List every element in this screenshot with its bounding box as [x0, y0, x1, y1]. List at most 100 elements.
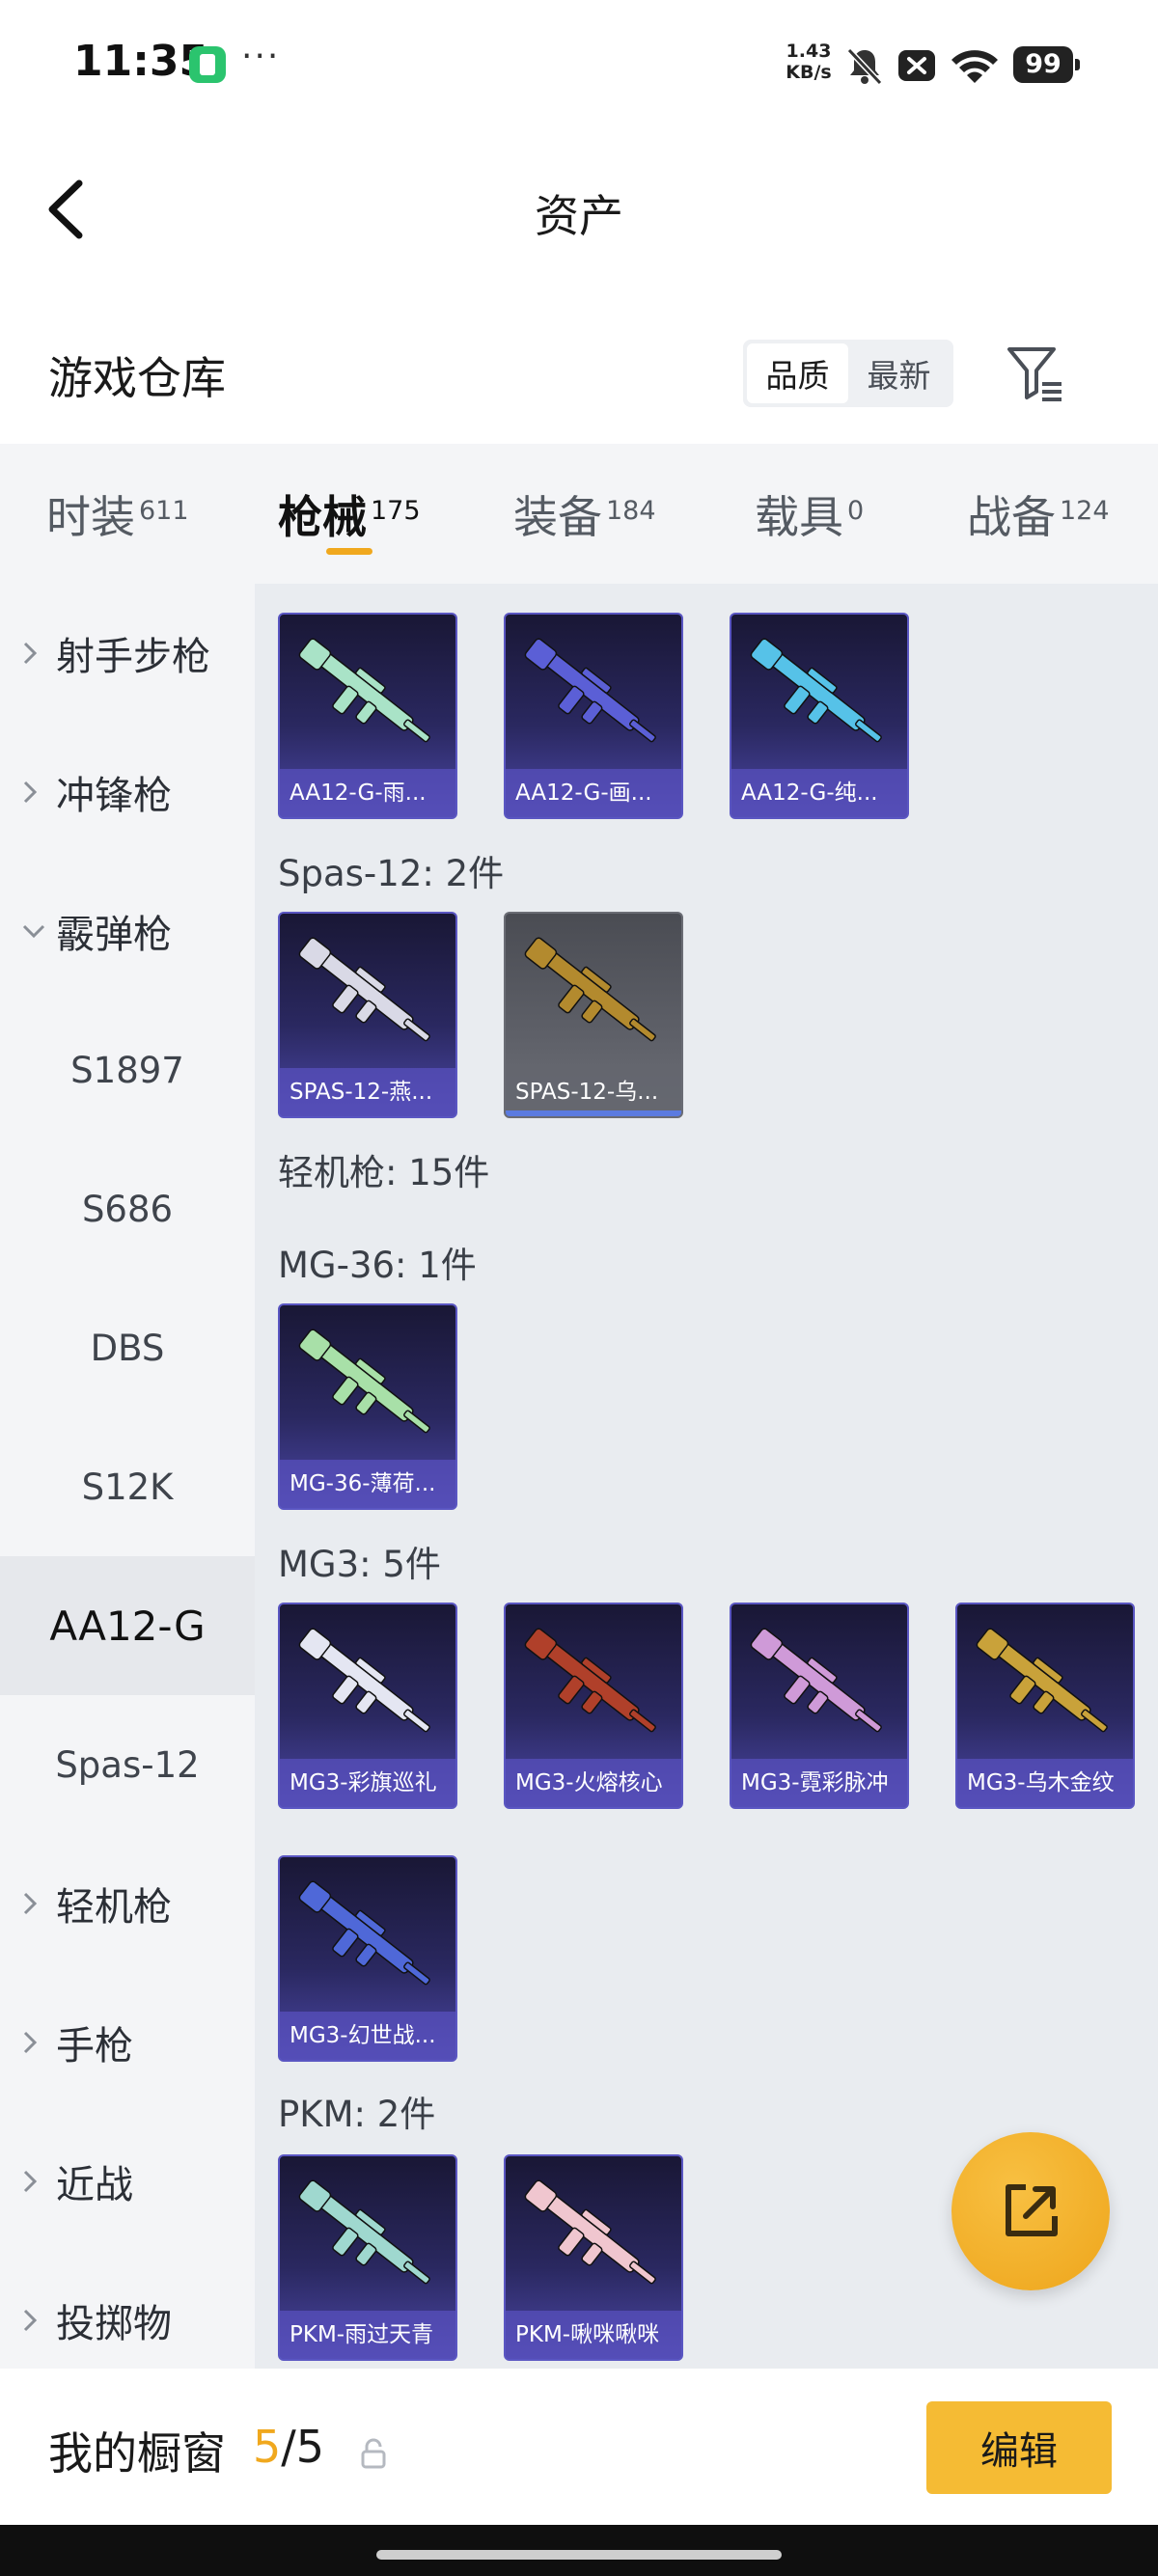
sidebar-item-label: 手枪: [56, 2024, 133, 2069]
share-button[interactable]: [951, 2132, 1110, 2290]
item-card[interactable]: MG3-火熔核心: [504, 1603, 683, 1809]
item-card[interactable]: SPAS-12-乌...: [504, 912, 683, 1118]
tab-label: 载具: [755, 491, 843, 543]
item-card-label: SPAS-12-燕...: [280, 1068, 455, 1116]
item-card-label: PKM-雨过天青: [280, 2311, 455, 2359]
showcase-count: 5/5: [253, 2421, 324, 2473]
gun-part: [855, 1709, 882, 1733]
tab-count: 0: [847, 496, 865, 526]
sidebar-item-melee[interactable]: 近战: [0, 2112, 255, 2251]
item-card-label: MG3-霓彩脉冲: [731, 1759, 907, 1807]
item-card[interactable]: AA12-G-雨...: [278, 613, 457, 819]
warehouse-title: 游戏仓库: [48, 352, 226, 404]
sidebar-item-label: 近战: [56, 2163, 133, 2207]
app-notification-icon: [189, 46, 226, 83]
gun-part: [629, 2261, 656, 2285]
sidebar-item-s1897[interactable]: S1897: [0, 1000, 255, 1139]
chevron-right-icon: [21, 2308, 56, 2333]
sidebar-item-s12k[interactable]: S12K: [0, 1417, 255, 1556]
group-title: Spas-12: 2件: [278, 853, 505, 894]
sidebar-item-smg[interactable]: 冲锋枪: [0, 723, 255, 862]
tab-vehicles[interactable]: 载具 0: [755, 482, 864, 546]
sidebar-item-label: 射手步枪: [56, 635, 210, 679]
item-card[interactable]: MG3-幻世战...: [278, 1855, 457, 2062]
network-speed-unit: KB/s: [786, 62, 832, 83]
item-card-label: MG3-彩旗巡礼: [280, 1759, 455, 1807]
category-tabs: 时装 611 枪械 175 装备 184 载具 0 战备 124: [0, 444, 1158, 584]
tab-firearms[interactable]: 枪械 175: [278, 482, 421, 546]
sidebar-item-s686[interactable]: S686: [0, 1139, 255, 1278]
gun-part: [558, 2227, 585, 2257]
share-external-icon: [1006, 2184, 1058, 2236]
chevron-right-icon: [21, 1891, 56, 1916]
item-card-label: MG3-火熔核心: [506, 1759, 681, 1807]
rifle-icon: [750, 638, 882, 743]
gun-part: [403, 1018, 430, 1042]
sidebar-item-lmg[interactable]: 轻机枪: [0, 1834, 255, 1973]
gun-part: [332, 984, 359, 1014]
sort-toggle: 品质 最新: [743, 340, 953, 407]
item-card-label: MG-36-薄荷...: [280, 1460, 455, 1508]
item-card[interactable]: PKM-啾咪啾咪: [504, 2154, 683, 2361]
sidebar-item-label: 冲锋枪: [56, 774, 172, 818]
showcase-separator: /: [281, 2421, 296, 2473]
tab-count: 175: [371, 496, 421, 526]
rifle-icon: [298, 638, 430, 743]
item-card[interactable]: PKM-雨过天青: [278, 2154, 457, 2361]
home-indicator[interactable]: [376, 2550, 782, 2560]
network-speed: 1.43 KB/s: [784, 41, 834, 83]
machine-gun-icon: [976, 1628, 1108, 1733]
tab-count: 184: [606, 496, 656, 526]
group-title: MG-36: 1件: [278, 1245, 477, 1286]
gun-part: [332, 1376, 359, 1406]
page-title: 资产: [535, 190, 623, 242]
gun-part: [403, 1709, 430, 1733]
showcase-bar: 我的橱窗 5/5 编辑: [0, 2369, 1158, 2525]
active-tab-indicator: [326, 548, 372, 555]
more-notifications-icon: ···: [241, 37, 281, 76]
gun-part: [403, 1961, 430, 1986]
item-grid: AA12-G-雨... AA12-G-画... AA12-G-纯... Spas…: [255, 584, 1158, 2369]
sidebar-item-pistol[interactable]: 手枪: [0, 1973, 255, 2112]
mute-bell-icon: [846, 47, 883, 86]
tab-equipment[interactable]: 装备 184: [513, 482, 656, 546]
machine-gun-icon: [298, 1628, 430, 1733]
item-card-label: SPAS-12-乌...: [506, 1068, 681, 1116]
gun-part: [403, 2261, 430, 2285]
tab-supplies[interactable]: 战备 124: [967, 482, 1110, 546]
shotgun-icon: [524, 937, 656, 1042]
edit-button[interactable]: 编辑: [926, 2401, 1112, 2494]
weapon-type-sidebar: 射手步枪 冲锋枪 霰弹枪 S1897 S686 DBS S12K AA12-G …: [0, 584, 255, 2369]
sim-off-icon: [898, 50, 935, 81]
item-card[interactable]: AA12-G-画...: [504, 613, 683, 819]
network-speed-value: 1.43: [786, 41, 832, 62]
item-card[interactable]: MG3-霓彩脉冲: [730, 1603, 909, 1809]
filter-icon[interactable]: [1004, 342, 1067, 405]
item-card[interactable]: MG-36-薄荷...: [278, 1303, 457, 1510]
system-gesture-bar: [0, 2525, 1158, 2576]
sidebar-item-shotgun[interactable]: 霰弹枪: [0, 862, 255, 1000]
sidebar-item-label: 霰弹枪: [56, 913, 172, 957]
sort-by-quality[interactable]: 品质: [747, 343, 848, 403]
gun-part: [855, 719, 882, 743]
item-card[interactable]: MG3-乌木金纹: [955, 1603, 1135, 1809]
sidebar-item-spas12[interactable]: Spas-12: [0, 1695, 255, 1834]
group-title: 轻机枪: 15件: [278, 1152, 490, 1193]
sort-by-newest[interactable]: 最新: [848, 343, 950, 403]
item-card[interactable]: MG3-彩旗巡礼: [278, 1603, 457, 1809]
gun-part: [332, 2227, 359, 2257]
gun-part: [629, 1018, 656, 1042]
sidebar-item-marksman-rifle[interactable]: 射手步枪: [0, 584, 255, 723]
tab-fashion[interactable]: 时装 611: [46, 482, 189, 546]
tab-label: 枪械: [278, 491, 367, 543]
item-card[interactable]: AA12-G-纯...: [730, 613, 909, 819]
unlock-icon: [361, 2438, 386, 2469]
gun-part: [332, 685, 359, 715]
machine-gun-icon: [524, 2179, 656, 2285]
chevron-right-icon: [21, 780, 56, 805]
sidebar-item-dbs[interactable]: DBS: [0, 1278, 255, 1417]
sidebar-item-aa12g[interactable]: AA12-G: [0, 1556, 255, 1695]
gun-part: [558, 685, 585, 715]
showcase-label: 我的橱窗: [48, 2427, 226, 2480]
item-card[interactable]: SPAS-12-燕...: [278, 912, 457, 1118]
